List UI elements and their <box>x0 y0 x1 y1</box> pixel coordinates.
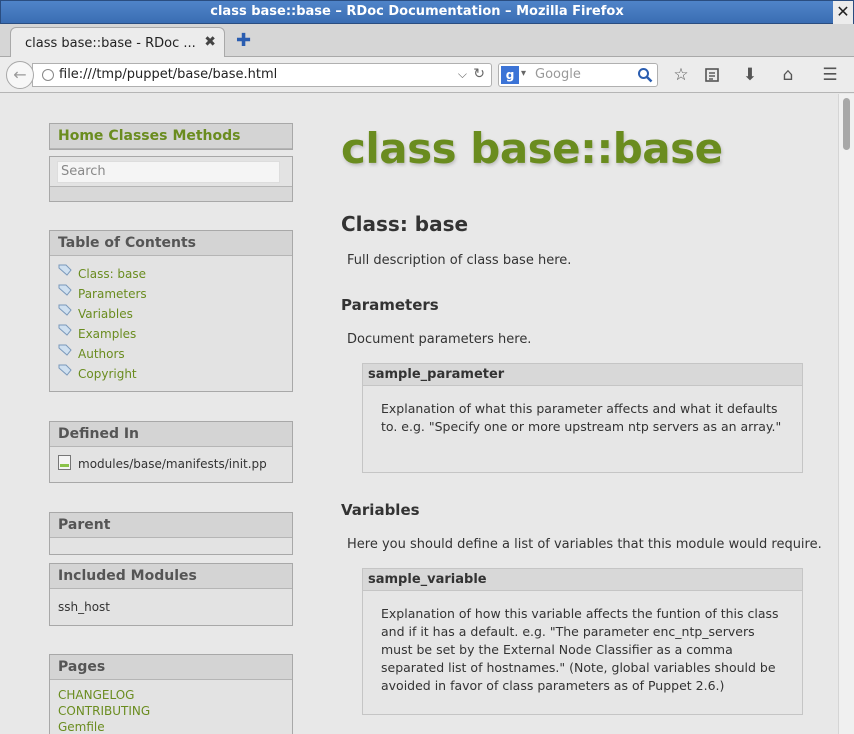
search-results-area <box>50 186 292 201</box>
file-icon <box>58 455 71 470</box>
page-link[interactable]: CHANGELOG <box>58 687 292 703</box>
window-titlebar: class base::base – RDoc Documentation – … <box>0 0 854 25</box>
toc-item[interactable]: Parameters <box>50 284 292 304</box>
reload-icon[interactable]: ↻ <box>473 66 485 82</box>
tag-icon <box>58 344 72 356</box>
parameter-item: sample_parameter Explanation of what thi… <box>362 363 803 473</box>
defined-in-body: modules/base/manifests/init.pp <box>50 447 292 481</box>
parameter-text: Explanation of what this parameter affec… <box>381 401 782 434</box>
scrollbar-thumb[interactable] <box>843 98 850 150</box>
class-heading: Class: base <box>341 212 469 236</box>
defined-in-title: Defined In <box>50 422 292 447</box>
nav-classes[interactable]: Classes <box>108 128 167 144</box>
nav-toolbar: file:///tmp/puppet/base/base.html ⌵ ↻ ← … <box>0 57 854 93</box>
magnifier-icon[interactable] <box>637 67 653 83</box>
nav-home[interactable]: Home <box>58 128 103 144</box>
toc-box: Table of Contents Class: base Parameters… <box>49 230 293 392</box>
toc-item[interactable]: Copyright <box>50 364 292 384</box>
toc-item-label[interactable]: Copyright <box>78 367 137 381</box>
pages-list: CHANGELOG CONTRIBUTING Gemfile <box>50 680 292 734</box>
home-icon[interactable]: ⌂ <box>776 64 800 86</box>
toc-item-label[interactable]: Examples <box>78 327 136 341</box>
toc-item[interactable]: Authors <box>50 344 292 364</box>
variable-name: sample_variable <box>363 569 802 591</box>
included-modules-title: Included Modules <box>50 564 292 589</box>
defined-in-file: modules/base/manifests/init.pp <box>78 457 267 471</box>
url-dropdown-icon[interactable]: ⌵ <box>458 67 467 82</box>
nav-links: Home Classes Methods <box>50 124 292 149</box>
page-link[interactable]: CONTRIBUTING <box>58 703 292 719</box>
included-modules-box: Included Modules ssh_host <box>49 563 293 626</box>
url-bar[interactable]: file:///tmp/puppet/base/base.html ⌵ ↻ <box>32 63 492 87</box>
url-text[interactable]: file:///tmp/puppet/base/base.html <box>59 67 277 82</box>
new-tab-icon[interactable]: ✚ <box>236 30 251 51</box>
parameters-heading: Parameters <box>341 296 439 314</box>
toc-item[interactable]: Variables <box>50 304 292 324</box>
pages-title: Pages <box>50 655 292 680</box>
parent-title: Parent <box>50 513 292 538</box>
toc-list: Class: base Parameters Variables Example… <box>50 256 292 384</box>
back-arrow-icon: ← <box>13 65 27 84</box>
tag-icon <box>58 324 72 336</box>
nav-box: Home Classes Methods <box>49 123 293 150</box>
toc-item[interactable]: Examples <box>50 324 292 344</box>
parameter-name: sample_parameter <box>363 364 802 386</box>
page-title: class base::base <box>341 124 723 173</box>
toc-item-label[interactable]: Parameters <box>78 287 147 301</box>
page-link[interactable]: Gemfile <box>58 719 292 734</box>
tab-current[interactable]: class base::base - RDoc ... ✖ <box>10 27 225 58</box>
menu-icon[interactable]: ☰ <box>818 64 842 86</box>
reading-list-icon[interactable] <box>700 64 724 86</box>
pages-box: Pages CHANGELOG CONTRIBUTING Gemfile <box>49 654 293 734</box>
engine-dropdown-icon[interactable]: ▾ <box>521 68 526 79</box>
included-module-item: ssh_host <box>58 600 111 614</box>
toc-item-label[interactable]: Authors <box>78 347 125 361</box>
scrollbar[interactable] <box>838 94 854 734</box>
tab-label: class base::base - RDoc ... <box>25 36 196 51</box>
tag-icon <box>58 364 72 376</box>
tag-icon <box>58 304 72 316</box>
parent-box: Parent <box>49 512 293 555</box>
search-bar[interactable]: g ▾ Google <box>498 63 658 87</box>
globe-icon <box>42 69 54 81</box>
nav-methods[interactable]: Methods <box>172 128 240 144</box>
sidebar-search-box: Search <box>49 156 293 202</box>
window-title: class base::base – RDoc Documentation – … <box>210 4 624 19</box>
variable-text: Explanation of how this variable affects… <box>381 606 779 693</box>
page-content: Home Classes Methods Search Table of Conte… <box>0 94 838 734</box>
downloads-icon[interactable]: ⬇ <box>738 64 762 86</box>
variables-description: Here you should define a list of variabl… <box>347 537 822 552</box>
tag-icon <box>58 264 72 276</box>
toc-item-label[interactable]: Class: base <box>78 267 146 281</box>
sidebar-search-input[interactable]: Search <box>57 161 280 183</box>
variable-item: sample_variable Explanation of how this … <box>362 568 803 715</box>
defined-in-box: Defined In modules/base/manifests/init.p… <box>49 421 293 483</box>
tab-close-icon[interactable]: ✖ <box>204 34 216 50</box>
bookmark-star-icon[interactable]: ☆ <box>669 64 693 86</box>
back-button[interactable]: ← <box>6 61 34 89</box>
search-placeholder: Google <box>535 67 581 82</box>
toc-item-label[interactable]: Variables <box>78 307 133 321</box>
search-engine-icon[interactable]: g <box>501 66 519 84</box>
class-description: Full description of class base here. <box>347 253 572 268</box>
variables-heading: Variables <box>341 501 420 519</box>
toc-item[interactable]: Class: base <box>50 264 292 284</box>
window-close-icon[interactable]: ✕ <box>833 1 853 25</box>
tab-bar: class base::base - RDoc ... ✖ ✚ <box>0 24 854 58</box>
tag-icon <box>58 284 72 296</box>
toc-title: Table of Contents <box>50 231 292 256</box>
parameters-description: Document parameters here. <box>347 332 532 347</box>
